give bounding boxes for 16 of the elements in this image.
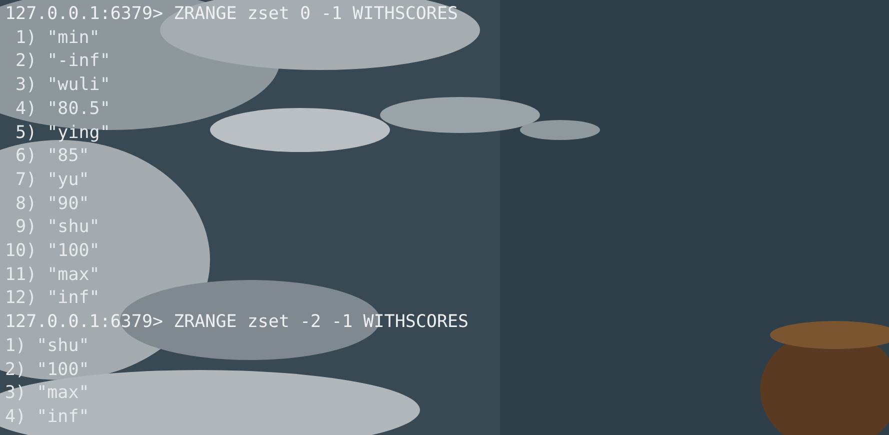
output-line: 11) "max"	[5, 264, 100, 287]
output-line: 3) "wuli"	[14, 74, 110, 98]
output-line: 4) "80.5"	[14, 98, 110, 121]
output-line: 8) "90"	[14, 192, 90, 216]
output-line: 12) "inf"	[5, 287, 100, 310]
output-line: 1) "shu"	[5, 334, 90, 358]
output-line: 1) "min"	[14, 26, 100, 50]
output-line: 6) "85"	[14, 145, 90, 168]
output-line: 9) "shu"	[14, 216, 100, 240]
output-line: 5) "ying"	[14, 122, 110, 145]
command-line: 127.0.0.1:6379> ZRANGE zset 0 -1 WITHSCORES	[5, 3, 458, 26]
output-line: 2) "100"	[5, 358, 90, 382]
command-line: 127.0.0.1:6379> ZRANGE zset -2 -1 WITHSCORES	[5, 311, 469, 334]
output-line: 7) "yu"	[14, 168, 90, 192]
output-line: 10) "100"	[5, 240, 100, 264]
output-line: 2) "-inf"	[14, 50, 110, 74]
